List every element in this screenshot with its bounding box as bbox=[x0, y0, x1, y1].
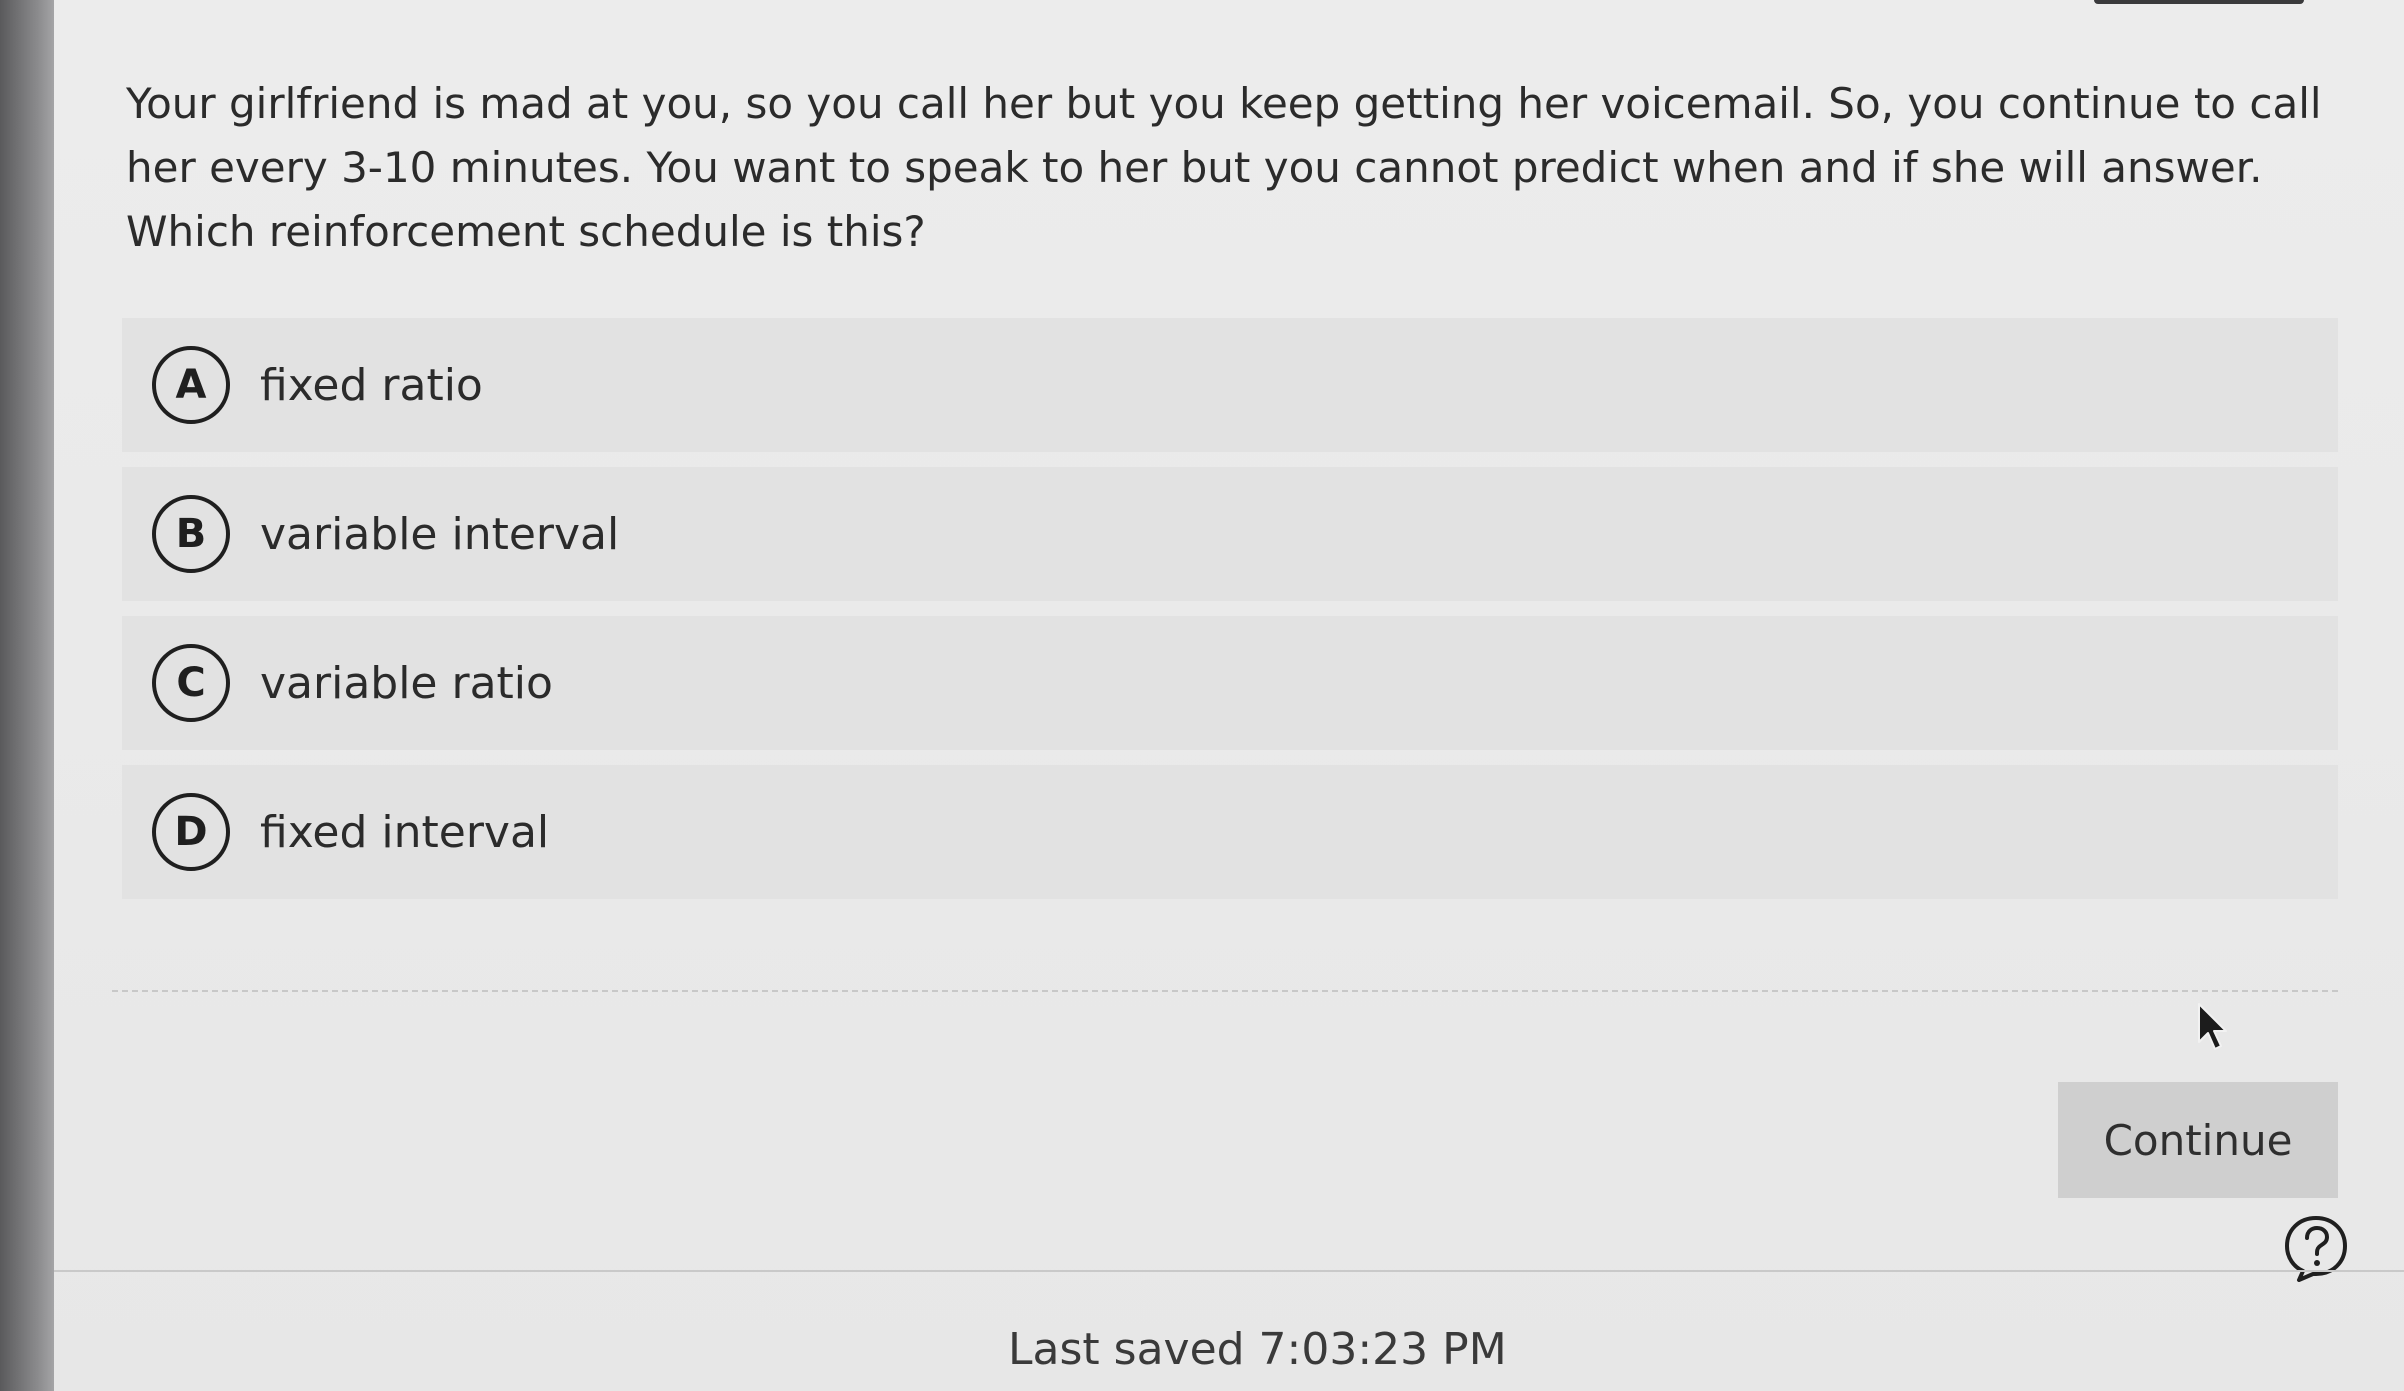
help-icon[interactable] bbox=[2280, 1212, 2352, 1284]
top-accent-bar bbox=[2094, 0, 2304, 4]
option-a-letter: A bbox=[152, 346, 230, 424]
section-divider bbox=[112, 990, 2338, 992]
answer-options: A fixed ratio B variable interval C vari… bbox=[122, 318, 2338, 914]
screen-bezel bbox=[0, 0, 54, 1391]
option-d-label: fixed interval bbox=[260, 806, 550, 858]
option-a[interactable]: A fixed ratio bbox=[122, 318, 2338, 452]
option-b-letter: B bbox=[152, 495, 230, 573]
option-c[interactable]: C variable ratio bbox=[122, 616, 2338, 750]
footer-divider bbox=[54, 1270, 2404, 1272]
option-a-label: fixed ratio bbox=[260, 359, 483, 411]
option-d[interactable]: D fixed interval bbox=[122, 765, 2338, 899]
quiz-screen: Your girlfriend is mad at you, so you ca… bbox=[54, 0, 2404, 1391]
option-b-label: variable interval bbox=[260, 508, 620, 560]
option-b[interactable]: B variable interval bbox=[122, 467, 2338, 601]
option-c-label: variable ratio bbox=[260, 657, 553, 709]
last-saved-status: Last saved 7:03:23 PM bbox=[1008, 1324, 1507, 1375]
mouse-pointer-icon bbox=[2198, 1003, 2227, 1050]
option-c-letter: C bbox=[152, 644, 230, 722]
option-d-letter: D bbox=[152, 793, 230, 871]
continue-button[interactable]: Continue bbox=[2058, 1082, 2338, 1198]
question-text: Your girlfriend is mad at you, so you ca… bbox=[126, 79, 2322, 256]
